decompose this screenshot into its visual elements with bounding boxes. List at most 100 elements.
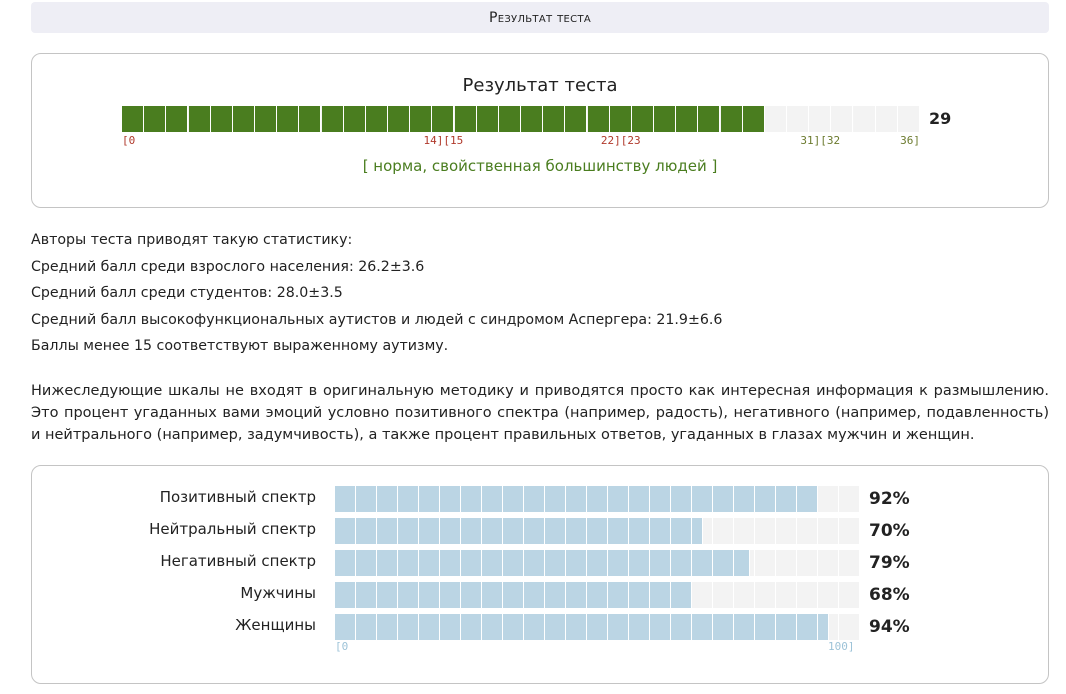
scale-cell-filled bbox=[587, 550, 608, 576]
scale-cell-empty bbox=[734, 582, 755, 608]
scale-cell-filled bbox=[608, 518, 629, 544]
scale-cell-filled bbox=[629, 550, 650, 576]
scale-cell-filled bbox=[440, 518, 461, 544]
score-tick-label: 36] bbox=[900, 134, 920, 147]
score-cell-filled bbox=[122, 106, 145, 132]
scale-cell-filled bbox=[797, 614, 818, 640]
statistics-adults: Средний балл среди взрослого населения: … bbox=[31, 258, 425, 275]
scale-cell-filled bbox=[692, 550, 713, 576]
scale-cell-filled bbox=[335, 550, 356, 576]
scale-cell-filled bbox=[650, 518, 671, 544]
scale-cell-filled bbox=[482, 518, 503, 544]
scale-cell-empty bbox=[839, 550, 860, 576]
scale-cell-empty bbox=[818, 518, 839, 544]
scale-cell-filled bbox=[419, 614, 440, 640]
scale-cell-filled bbox=[377, 582, 398, 608]
scale-bar bbox=[335, 550, 860, 576]
scale-cell-filled bbox=[629, 518, 650, 544]
scale-cell-filled bbox=[335, 614, 356, 640]
scale-cell-filled bbox=[398, 582, 419, 608]
scale-cell-filled bbox=[734, 550, 750, 576]
scale-min-label: [0 bbox=[335, 640, 349, 653]
scale-cell-filled bbox=[482, 582, 503, 608]
scale-cell-filled bbox=[545, 486, 566, 512]
statistics-intro: Авторы теста приводят такую статистику: bbox=[31, 232, 353, 248]
scale-cell-filled bbox=[482, 550, 503, 576]
scale-cell-filled bbox=[377, 614, 398, 640]
scale-cell-filled bbox=[671, 518, 692, 544]
scale-cell-filled bbox=[524, 614, 545, 640]
header-title: Результат теста bbox=[488, 9, 591, 26]
score-cell-empty bbox=[897, 106, 920, 132]
score-cell-filled bbox=[255, 106, 278, 132]
score-cell-filled bbox=[188, 106, 211, 132]
score-cell-filled bbox=[166, 106, 189, 132]
scale-cell-filled bbox=[440, 614, 461, 640]
scale-max-label: 100] bbox=[828, 640, 855, 653]
scale-cell-filled bbox=[524, 582, 545, 608]
score-tick-label: 14][15 bbox=[423, 134, 464, 147]
scale-cell-filled bbox=[671, 550, 692, 576]
scale-cell-empty bbox=[755, 518, 776, 544]
scale-cell-empty bbox=[839, 614, 860, 640]
score-cell-filled bbox=[521, 106, 544, 132]
scale-cell-filled bbox=[335, 582, 356, 608]
scale-bar bbox=[335, 486, 860, 512]
scale-row: Мужчины 68% bbox=[32, 582, 1050, 608]
scale-cell-filled bbox=[524, 518, 545, 544]
scale-cell-filled bbox=[440, 582, 461, 608]
scale-cell-filled bbox=[545, 614, 566, 640]
statistics-block: Авторы теста приводят такую статистику: … bbox=[31, 227, 1049, 360]
scale-cell-empty bbox=[797, 550, 818, 576]
scale-cell-filled bbox=[461, 550, 482, 576]
scale-cell-filled bbox=[377, 486, 398, 512]
score-cell-filled bbox=[432, 106, 455, 132]
scale-cell-filled bbox=[566, 582, 587, 608]
scale-cell-filled bbox=[692, 518, 703, 544]
score-cell-filled bbox=[676, 106, 699, 132]
scale-cell-empty bbox=[776, 582, 797, 608]
score-tick-label: [0 bbox=[122, 134, 136, 147]
scale-cell-filled bbox=[650, 614, 671, 640]
score-tick-label: 22][23 bbox=[600, 134, 641, 147]
scale-cell-empty bbox=[818, 582, 839, 608]
scale-cell-filled bbox=[503, 518, 524, 544]
scale-cell-filled bbox=[713, 486, 734, 512]
scale-cell-filled bbox=[608, 550, 629, 576]
scale-cell-filled bbox=[566, 614, 587, 640]
scale-cell-filled bbox=[692, 486, 713, 512]
scale-label: Позитивный спектр bbox=[159, 488, 316, 506]
scale-cell-filled bbox=[692, 614, 713, 640]
scale-cell-filled bbox=[524, 486, 545, 512]
scale-cell-filled bbox=[629, 614, 650, 640]
score-cell-filled bbox=[299, 106, 322, 132]
scale-cell-filled bbox=[545, 582, 566, 608]
scale-cell-filled bbox=[461, 486, 482, 512]
scale-cell-filled bbox=[356, 550, 377, 576]
score-cell-empty bbox=[875, 106, 898, 132]
scale-cell-filled bbox=[587, 518, 608, 544]
scale-cell-filled bbox=[503, 550, 524, 576]
scale-cell-filled bbox=[440, 486, 461, 512]
scales-panel: [0 100] Позитивный спектр 92% Нейтральный … bbox=[31, 465, 1049, 684]
score-cell-filled bbox=[543, 106, 566, 132]
scale-cell-filled bbox=[734, 614, 755, 640]
header-bar: Результат теста bbox=[31, 2, 1049, 33]
scale-cell-filled bbox=[713, 614, 734, 640]
scale-row: Нейтральный спектр 70% bbox=[32, 518, 1050, 544]
score-cell-filled bbox=[144, 106, 167, 132]
score-cell-filled bbox=[410, 106, 433, 132]
statistics-autism: Средний балл высокофункциональных аутист… bbox=[31, 311, 723, 328]
scale-cell-filled bbox=[419, 582, 440, 608]
score-cell-filled bbox=[631, 106, 654, 132]
score-cell-filled bbox=[565, 106, 588, 132]
scale-cell-empty bbox=[839, 582, 860, 608]
scale-cell-filled bbox=[566, 550, 587, 576]
scale-cell-empty bbox=[755, 582, 776, 608]
scale-cell-filled bbox=[566, 486, 587, 512]
score-cell-filled bbox=[742, 106, 765, 132]
scale-cell-filled bbox=[545, 550, 566, 576]
score-cell-filled bbox=[277, 106, 300, 132]
scale-cell-empty bbox=[818, 486, 839, 512]
score-cell-filled bbox=[609, 106, 632, 132]
